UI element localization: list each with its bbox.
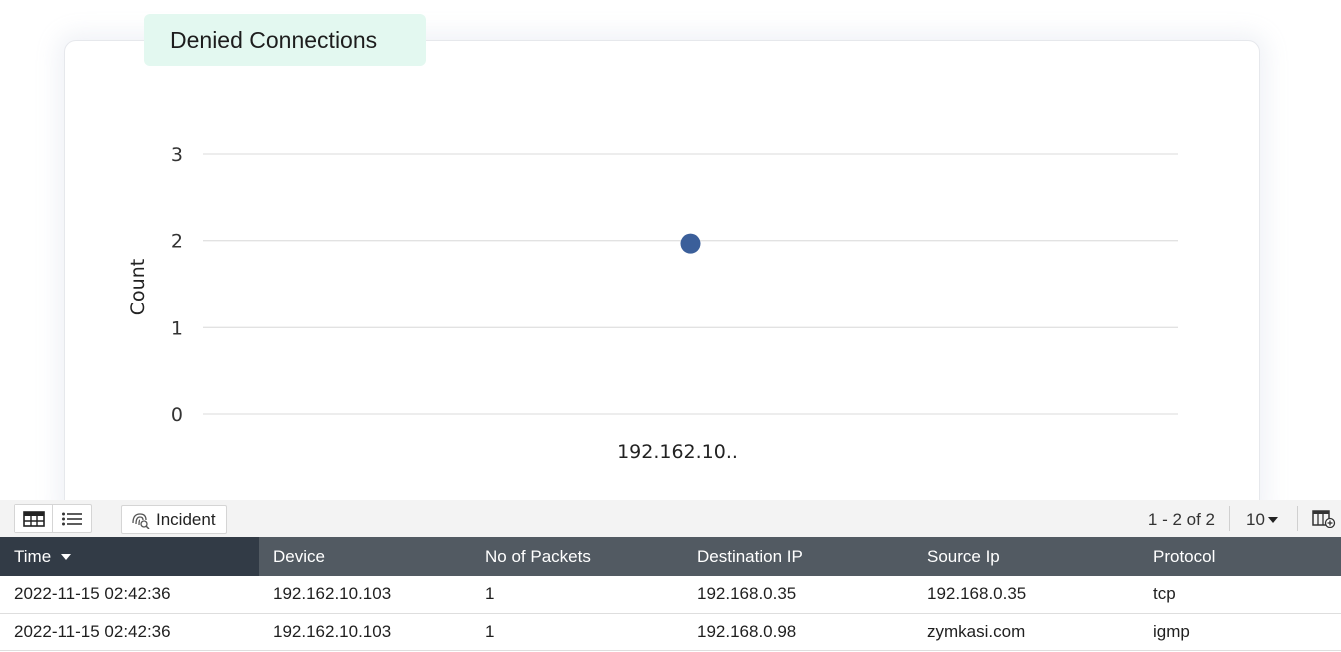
grid-view-button[interactable]	[15, 505, 54, 532]
incident-button[interactable]: Incident	[121, 505, 227, 534]
column-chooser-button[interactable]	[1312, 510, 1336, 533]
table-toolbar: Incident 1 - 2 of 2 10	[0, 500, 1341, 537]
page-size-select[interactable]: 10	[1246, 510, 1278, 530]
cell-protocol: tcp	[1153, 584, 1176, 604]
view-toggle	[14, 504, 92, 533]
x-tick-label: 192.162.10..	[617, 441, 738, 463]
list-icon	[62, 512, 82, 525]
incident-label: Incident	[156, 509, 216, 529]
fingerprint-search-icon	[132, 512, 150, 529]
y-tick-label: 0	[171, 404, 183, 426]
pagination-info: 1 - 2 of 2	[1147, 510, 1215, 529]
column-header-packets[interactable]: No of Packets	[471, 537, 683, 576]
cell-device: 192.162.10.103	[273, 584, 392, 604]
cell-device: 192.162.10.103	[273, 621, 392, 641]
cell-destination-ip: 192.168.0.35	[697, 584, 797, 604]
column-header-source-ip[interactable]: Source Ip	[913, 537, 1139, 576]
column-header-destination-ip[interactable]: Destination IP	[683, 537, 913, 576]
caret-down-icon	[1267, 517, 1278, 523]
list-view-button[interactable]	[53, 505, 91, 532]
y-tick-label: 2	[171, 231, 183, 253]
data-point	[680, 233, 701, 254]
toolbar-divider	[1229, 506, 1230, 531]
cell-packets: 1	[485, 621, 495, 641]
cell-packets: 1	[485, 584, 495, 604]
page-size-value: 10	[1246, 510, 1265, 529]
scatter-chart: 0 1 2 3 Count 192.162.10..	[127, 144, 1178, 463]
table-row[interactable]: 2022-11-15 02:42:36 192.162.10.103 1 192…	[0, 576, 1341, 613]
y-tick-label: 3	[171, 144, 183, 166]
y-tick-label: 1	[171, 317, 183, 339]
table-header-row: Time Device No of Packets Destination IP…	[0, 537, 1341, 576]
column-header-time[interactable]: Time	[0, 537, 259, 576]
toolbar-divider	[1297, 506, 1298, 531]
column-header-device[interactable]: Device	[259, 537, 471, 576]
cell-protocol: igmp	[1153, 621, 1190, 641]
column-header-protocol[interactable]: Protocol	[1139, 537, 1341, 576]
cell-time: 2022-11-15 02:42:36	[14, 584, 171, 604]
cell-source-ip: zymkasi.com	[927, 621, 1026, 641]
events-table: Time Device No of Packets Destination IP…	[0, 537, 1341, 651]
cell-source-ip: 192.168.0.35	[927, 584, 1027, 604]
table-row[interactable]: 2022-11-15 02:42:36 192.162.10.103 1 192…	[0, 613, 1341, 650]
y-axis-label: Count	[127, 259, 149, 315]
column-settings-icon	[1312, 510, 1336, 529]
cell-destination-ip: 192.168.0.98	[697, 621, 797, 641]
table-grid-icon	[22, 510, 45, 527]
sort-desc-icon	[61, 554, 72, 561]
cell-time: 2022-11-15 02:42:36	[14, 621, 171, 641]
